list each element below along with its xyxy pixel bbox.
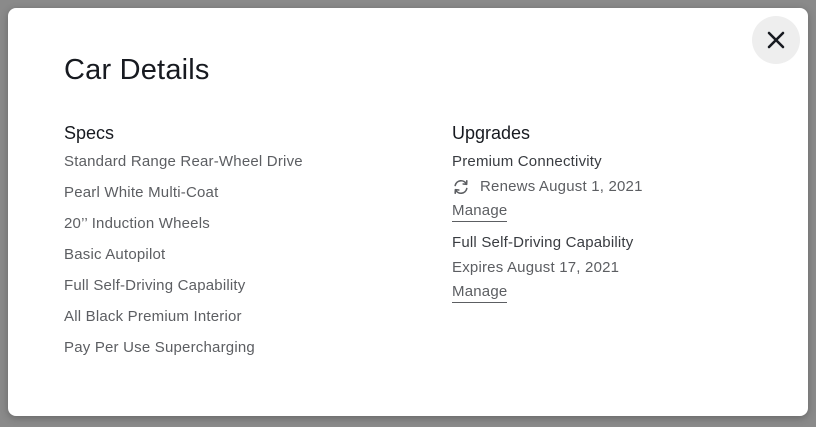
upgrades-heading: Upgrades xyxy=(452,123,531,143)
upgrade-status-text: Expires August 17, 2021 xyxy=(452,259,620,276)
spec-item: Pearl White Multi-Coat xyxy=(64,184,219,201)
specs-heading: Specs xyxy=(64,123,115,143)
spec-item: Basic Autopilot xyxy=(64,246,166,263)
upgrade-status: Renews August 1, 2021 xyxy=(452,178,782,196)
manage-premium-connectivity-link[interactable]: Manage xyxy=(452,202,508,222)
spec-item: Pay Per Use Supercharging xyxy=(64,339,255,356)
renew-icon xyxy=(452,178,470,196)
upgrades-section: Upgrades Premium Connectivity Renews Aug… xyxy=(452,122,782,315)
upgrade-status-text: Renews August 1, 2021 xyxy=(480,178,643,195)
spec-item: Full Self-Driving Capability xyxy=(64,277,246,294)
page-title: Car Details xyxy=(64,54,210,86)
manage-fsd-link[interactable]: Manage xyxy=(452,283,508,303)
upgrade-name: Premium Connectivity xyxy=(452,153,602,170)
close-icon xyxy=(767,31,785,49)
close-button[interactable] xyxy=(752,16,800,64)
specs-section: Specs Standard Range Rear-Wheel Drive Pe… xyxy=(64,122,424,370)
upgrade-item-premium-connectivity: Premium Connectivity Renews August 1, 20… xyxy=(452,153,782,222)
specs-list: Standard Range Rear-Wheel Drive Pearl Wh… xyxy=(64,153,424,356)
upgrade-status: Expires August 17, 2021 xyxy=(452,259,782,277)
spec-item: 20’’ Induction Wheels xyxy=(64,215,210,232)
upgrade-name: Full Self-Driving Capability xyxy=(452,234,634,251)
spec-item: All Black Premium Interior xyxy=(64,308,242,325)
upgrade-item-fsd: Full Self-Driving Capability Expires Aug… xyxy=(452,234,782,303)
spec-item: Standard Range Rear-Wheel Drive xyxy=(64,153,303,170)
car-details-modal: Car Details Specs Standard Range Rear-Wh… xyxy=(8,8,808,416)
